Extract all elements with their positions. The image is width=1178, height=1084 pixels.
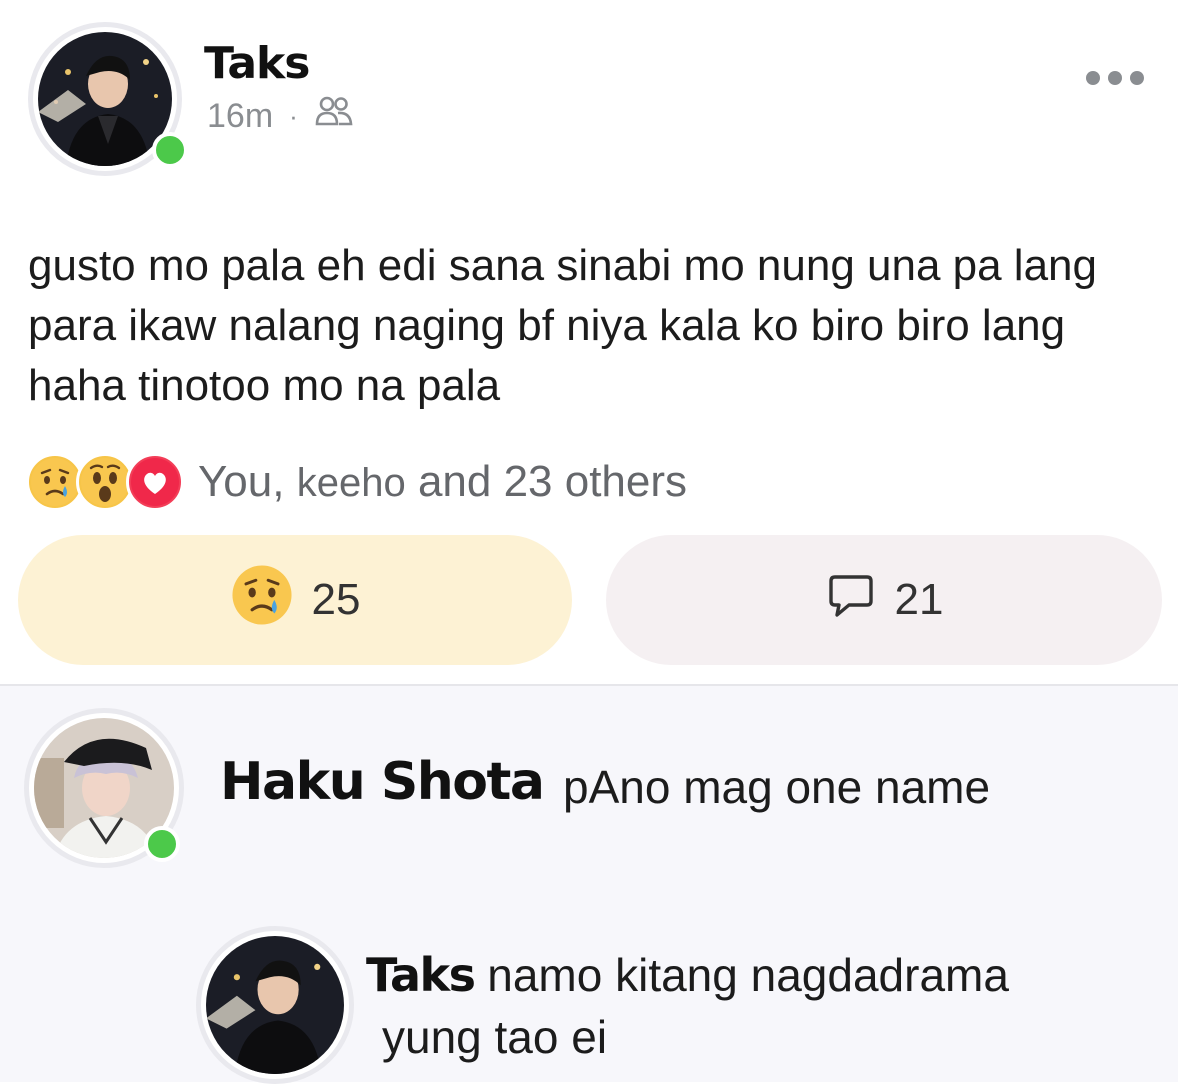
reply-avatar-photo	[206, 936, 344, 1074]
reactions-you: You,	[198, 457, 285, 506]
comment-bubble-icon	[825, 569, 877, 632]
online-status-dot	[152, 132, 188, 168]
post-time[interactable]: 16m	[207, 97, 273, 136]
meta-separator: ·	[289, 100, 298, 131]
reactions-name: keeho	[296, 461, 406, 505]
reactions-text: You, keeho and 23 others	[198, 457, 687, 507]
comment-count: 21	[894, 575, 944, 624]
reactions-summary[interactable]: You, keeho and 23 others	[26, 452, 687, 512]
reply-text-line2: yung tao ei	[382, 1011, 608, 1063]
heart-icon	[126, 453, 184, 511]
react-button[interactable]: 25	[18, 535, 572, 665]
comment-author-name[interactable]: Haku Shota	[220, 752, 545, 812]
sad-face-icon	[230, 563, 294, 638]
comment-button[interactable]: 21	[606, 535, 1162, 665]
commenter-online-dot	[144, 826, 180, 862]
react-count: 25	[311, 575, 361, 624]
friends-icon	[314, 94, 354, 139]
more-horizontal-icon[interactable]	[1086, 64, 1150, 92]
post-author-name[interactable]: Taks	[204, 38, 310, 89]
reply-author-name[interactable]: Taks	[366, 948, 476, 1002]
comment-text: pAno mag one name	[563, 761, 991, 813]
reply-comment: Taks namo kitang nagdadrama yung tao ei	[366, 944, 1126, 1068]
reactions-rest: and 23 others	[417, 457, 688, 506]
reply-text-line1: namo kitang nagdadrama	[487, 949, 1009, 1001]
post-card: Taks 16m · gusto mo pala eh edi sana sin…	[0, 0, 1178, 684]
post-text: gusto mo pala eh edi sana sinabi mo nung…	[28, 241, 1097, 410]
post-meta: 16m ·	[207, 96, 354, 136]
